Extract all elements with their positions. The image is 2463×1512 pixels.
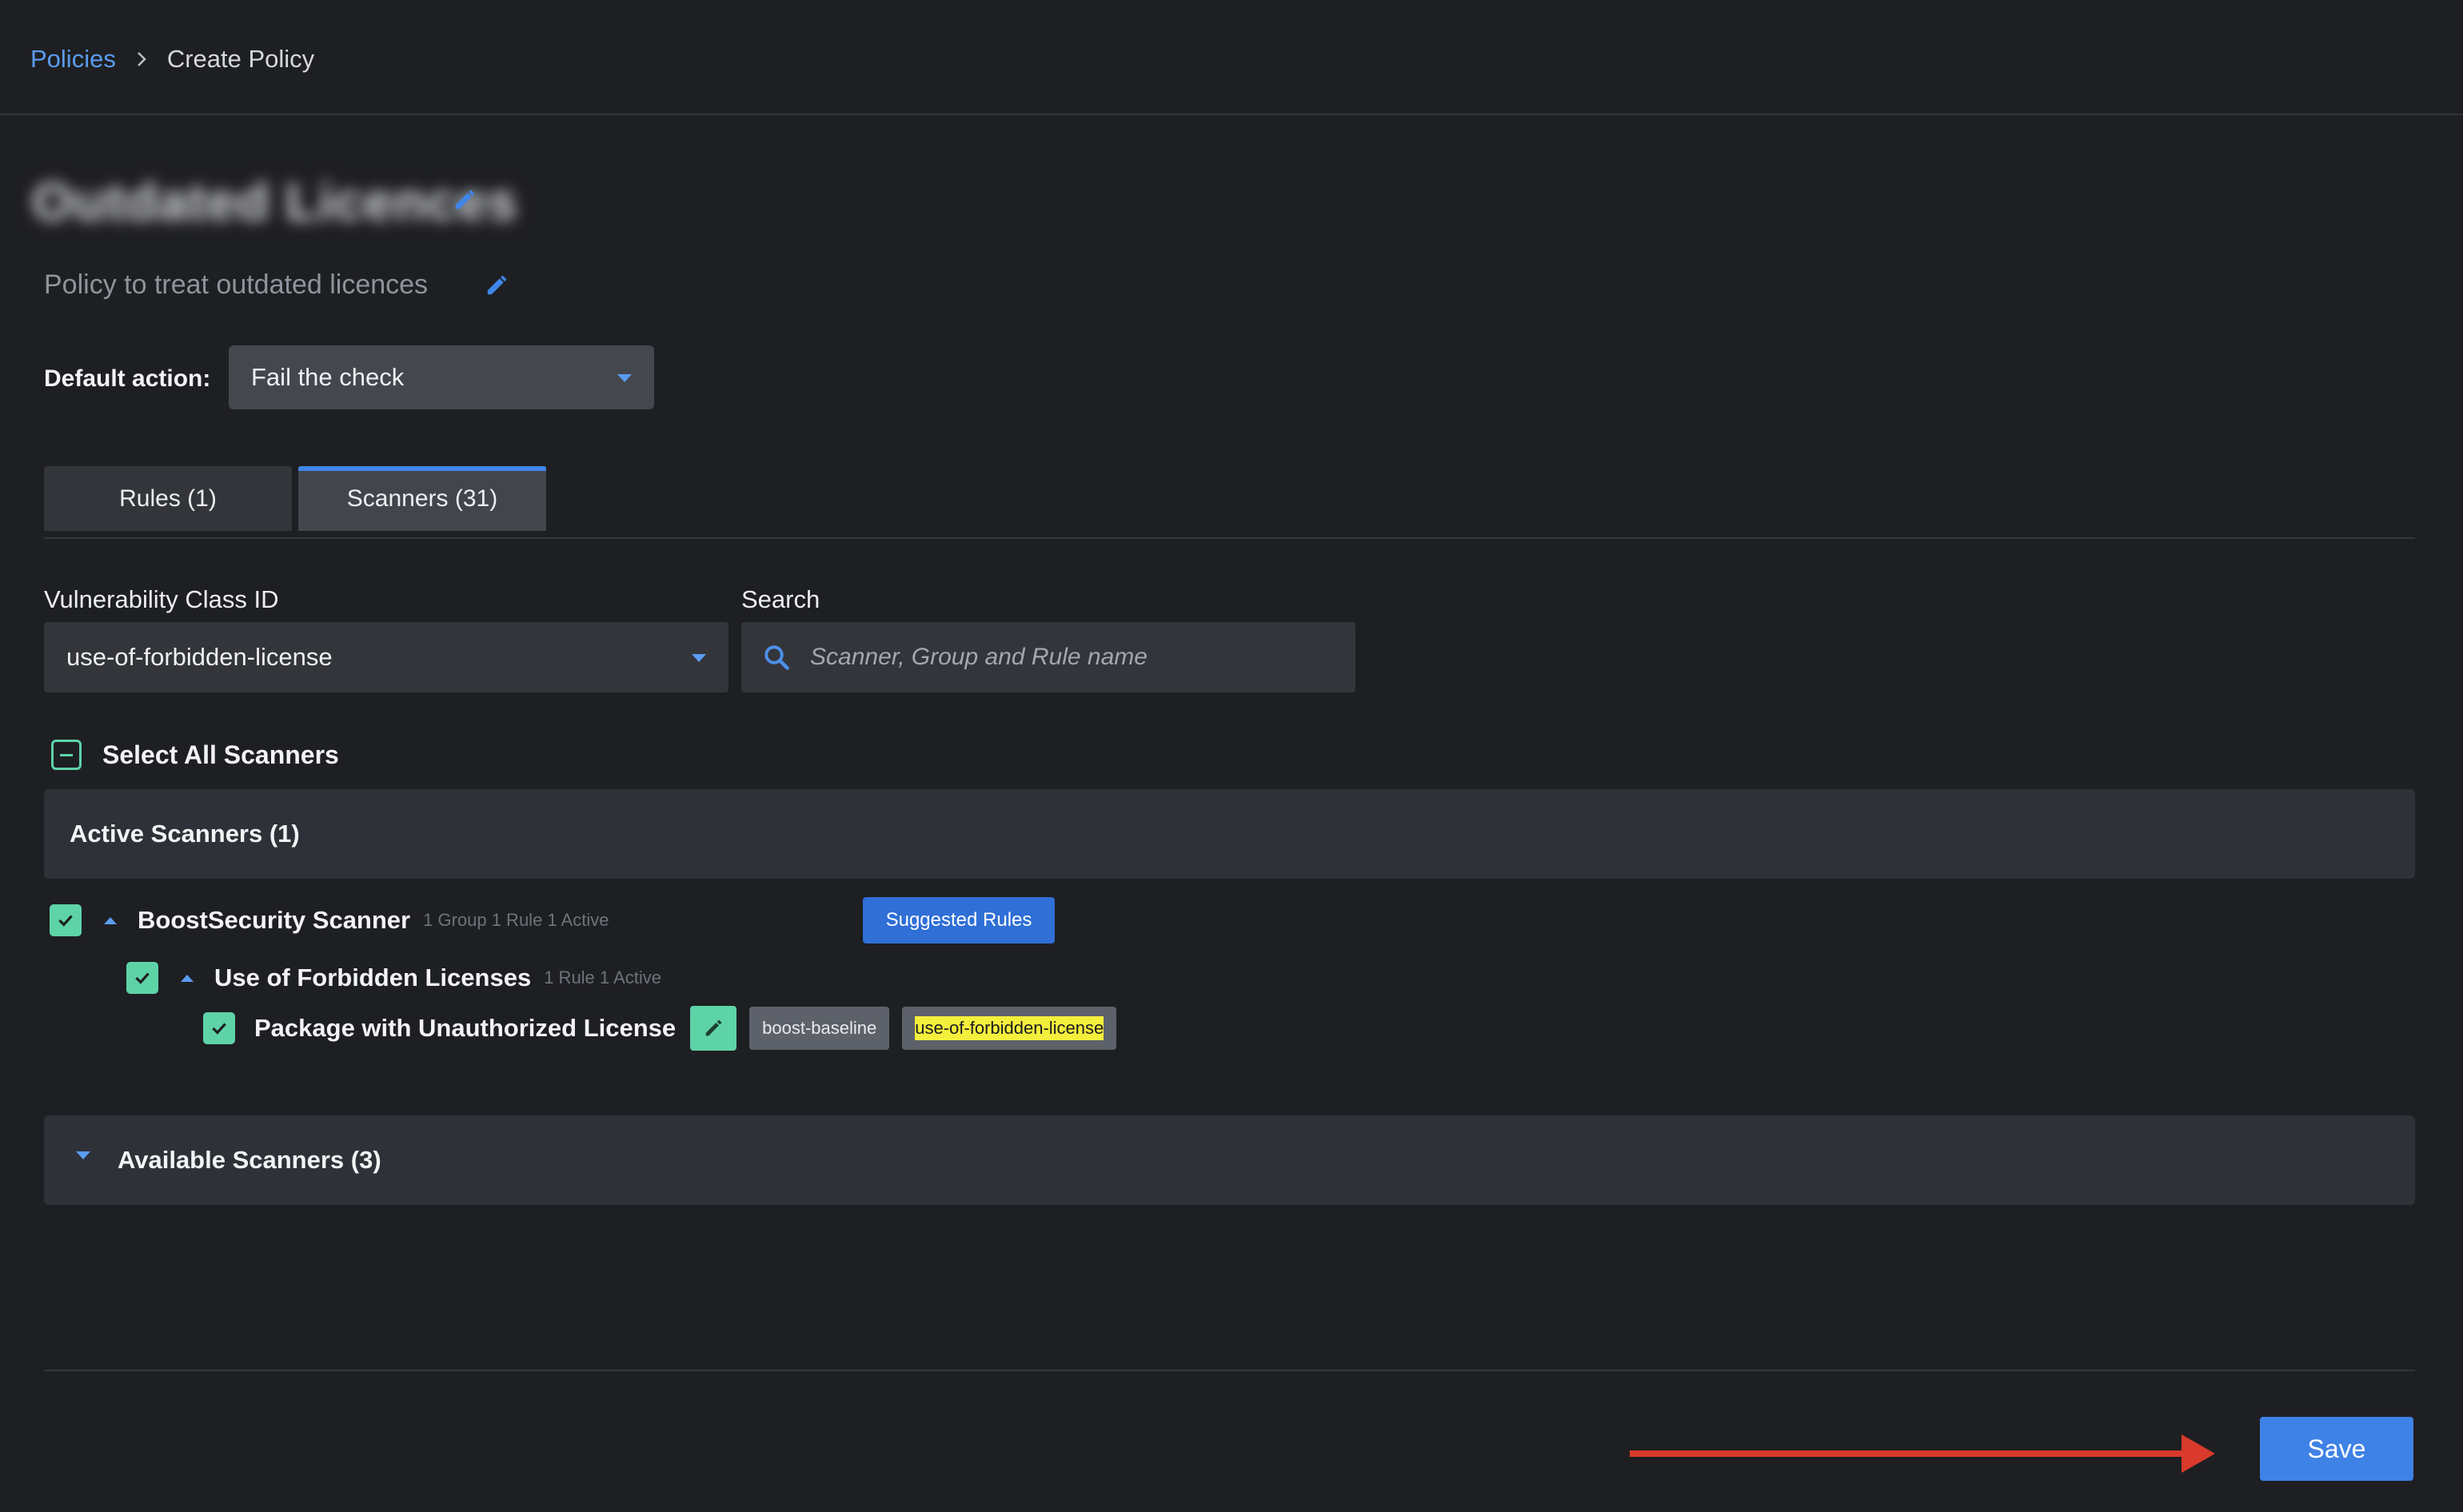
suggested-rules-button[interactable]: Suggested Rules: [863, 897, 1055, 944]
default-action-value: Fail the check: [251, 363, 405, 391]
rule-row: Package with Unauthorized License boost-…: [203, 1006, 1117, 1051]
edit-description-pencil-icon[interactable]: [485, 273, 509, 297]
default-action-select[interactable]: Fail the check: [229, 345, 654, 409]
rule-tag-highlighted: use-of-forbidden-license: [902, 1007, 1117, 1050]
red-arrow-annotation-icon: [1630, 1434, 2215, 1473]
group-checkbox[interactable]: [126, 962, 158, 994]
group-meta: 1 Rule 1 Active: [544, 967, 661, 987]
group-row: Use of Forbidden Licenses 1 Rule 1 Activ…: [126, 958, 661, 998]
expand-caret-down-icon[interactable]: [76, 1151, 90, 1159]
vulnerability-class-value: use-of-forbidden-license: [66, 643, 333, 671]
search-input[interactable]: [810, 644, 1322, 671]
tabs-divider: [44, 537, 2415, 539]
edit-rule-button[interactable]: [690, 1006, 737, 1051]
collapse-caret-up-icon[interactable]: [181, 974, 194, 982]
active-scanners-panel: Active Scanners (1): [44, 789, 2415, 879]
header-divider: [0, 114, 2463, 115]
search-icon: [762, 643, 791, 672]
collapse-caret-up-icon[interactable]: [104, 916, 117, 924]
caret-down-icon: [617, 374, 632, 382]
caret-down-icon: [692, 654, 706, 662]
vulnerability-class-select[interactable]: use-of-forbidden-license: [44, 622, 729, 692]
edit-name-pencil-icon[interactable]: [453, 188, 477, 212]
breadcrumb-current: Create Policy: [166, 45, 315, 73]
scanner-name: BoostSecurity Scanner: [138, 906, 411, 934]
policy-name: Outdated Licences: [32, 172, 518, 231]
tab-scanners[interactable]: Scanners (31): [298, 466, 546, 531]
vulnerability-class-label: Vulnerability Class ID: [44, 585, 279, 613]
available-scanners-title: Available Scanners (3): [118, 1146, 381, 1174]
pencil-icon: [705, 1019, 722, 1036]
breadcrumb-policies-link[interactable]: Policies: [30, 45, 116, 74]
save-button[interactable]: Save: [2260, 1417, 2413, 1481]
chevron-right-icon: [135, 50, 148, 68]
policy-description: Policy to treat outdated licences: [44, 269, 429, 300]
group-name: Use of Forbidden Licenses: [214, 963, 532, 991]
rule-name: Package with Unauthorized License: [254, 1014, 677, 1042]
scanner-row: BoostSecurity Scanner 1 Group 1 Rule 1 A…: [50, 900, 609, 940]
footer-divider: [44, 1370, 2415, 1371]
available-scanners-panel[interactable]: Available Scanners (3): [44, 1115, 2415, 1205]
scanner-meta: 1 Group 1 Rule 1 Active: [423, 910, 609, 930]
scanner-checkbox[interactable]: [50, 904, 82, 936]
indeterminate-checkbox-icon[interactable]: [51, 740, 82, 770]
select-all-scanners[interactable]: Select All Scanners: [51, 739, 339, 771]
active-scanners-title: Active Scanners (1): [70, 820, 300, 848]
select-all-label: Select All Scanners: [102, 740, 339, 769]
breadcrumb: Policies Create Policy: [30, 42, 314, 77]
search-label: Search: [741, 585, 820, 613]
default-action-label: Default action:: [44, 365, 211, 392]
rule-checkbox[interactable]: [203, 1012, 235, 1044]
rule-tag: boost-baseline: [749, 1007, 890, 1050]
search-box[interactable]: [741, 622, 1355, 692]
rule-tag-highlighted-text: use-of-forbidden-license: [915, 1016, 1104, 1040]
tab-rules[interactable]: Rules (1): [44, 466, 292, 531]
